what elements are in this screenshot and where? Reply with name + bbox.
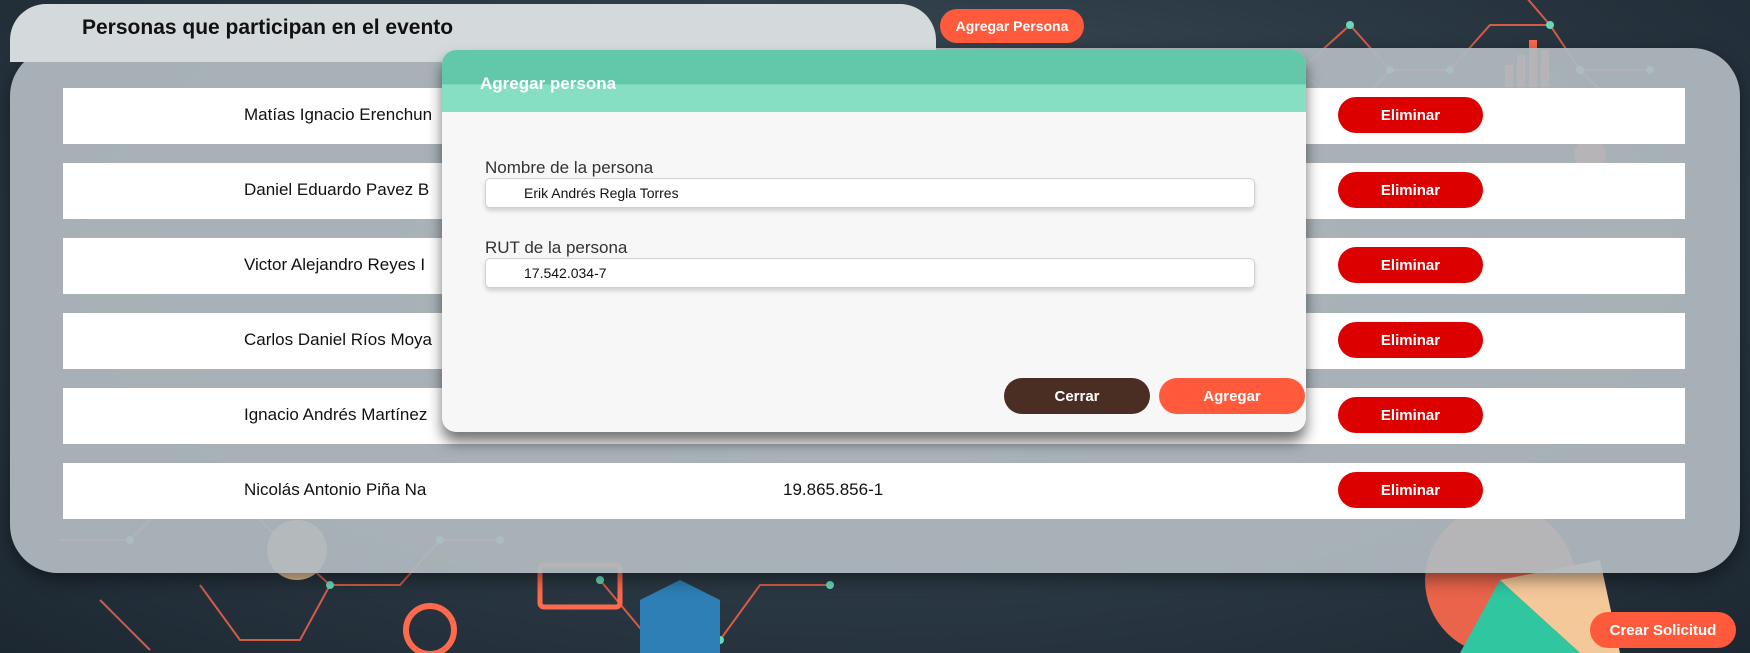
delete-button[interactable]: Eliminar xyxy=(1338,97,1483,133)
delete-button[interactable]: Eliminar xyxy=(1338,247,1483,283)
delete-button[interactable]: Eliminar xyxy=(1338,172,1483,208)
add-person-modal: Agregar persona Nombre de la persona RUT… xyxy=(442,50,1306,432)
add-person-button[interactable]: Agregar Persona xyxy=(940,9,1084,43)
person-rut: 19.865.856-1 xyxy=(783,480,884,499)
person-name: Nicolás Antonio Piña Na xyxy=(244,480,427,499)
delete-button[interactable]: Eliminar xyxy=(1338,472,1483,508)
confirm-add-button[interactable]: Agregar xyxy=(1159,378,1305,414)
close-button[interactable]: Cerrar xyxy=(1004,378,1150,414)
delete-button[interactable]: Eliminar xyxy=(1338,397,1483,433)
person-rut-input[interactable] xyxy=(485,258,1255,288)
modal-title: Agregar persona xyxy=(480,74,617,93)
page-title: Personas que participan en el evento xyxy=(82,16,454,39)
person-name-input[interactable] xyxy=(485,178,1255,208)
create-request-button[interactable]: Crear Solicitud xyxy=(1590,612,1736,648)
modal-header: Agregar persona xyxy=(442,50,1306,112)
name-field-label: Nombre de la persona xyxy=(485,158,654,177)
rut-field-label: RUT de la persona xyxy=(485,238,628,257)
delete-button[interactable]: Eliminar xyxy=(1338,322,1483,358)
table-row: Nicolás Antonio Piña Na 19.865.856-1 Eli… xyxy=(63,463,1685,519)
